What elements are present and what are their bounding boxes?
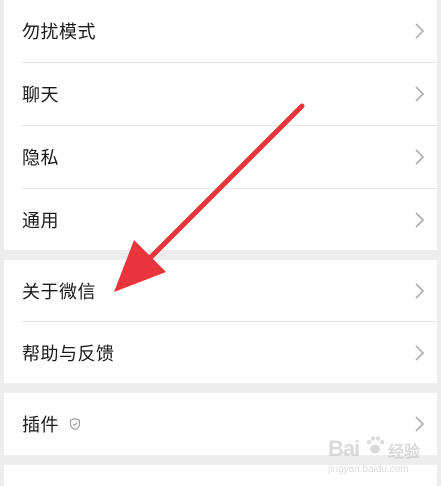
chevron-right-icon: [415, 149, 425, 165]
paw-icon: [366, 436, 385, 454]
settings-item-help-feedback[interactable]: 帮助与反馈: [4, 322, 437, 384]
chevron-right-icon: [415, 212, 425, 228]
settings-item-do-not-disturb[interactable]: 勿扰模式: [4, 0, 437, 62]
settings-item-chat[interactable]: 聊天: [4, 63, 437, 125]
watermark-logo: Bai: [328, 436, 360, 461]
settings-group-about: 关于微信 帮助与反馈: [4, 260, 437, 383]
settings-item-label: 帮助与反馈: [22, 344, 115, 365]
chevron-right-icon: [415, 345, 425, 361]
settings-group-general: 勿扰模式 聊天 隐私 通用: [4, 0, 437, 250]
settings-item-label: 通用: [22, 211, 59, 232]
settings-item-label: 关于微信: [22, 282, 96, 303]
chevron-right-icon: [415, 86, 425, 102]
chevron-right-icon: [415, 283, 425, 299]
watermark-url: jingyan.baidu.com: [328, 464, 409, 475]
settings-item-label: 勿扰模式: [22, 22, 96, 43]
settings-screen: 勿扰模式 聊天 隐私 通用 关于微信 帮助与反馈 插件 Bai 经验 jingy…: [0, 0, 441, 486]
watermark-sub: 经验: [388, 442, 421, 461]
settings-item-general[interactable]: 通用: [4, 189, 437, 251]
baidu-jingyan-watermark: Bai 经验 jingyan.baidu.com: [320, 432, 436, 482]
chevron-right-icon: [415, 23, 425, 39]
settings-item-privacy[interactable]: 隐私: [4, 126, 437, 188]
settings-item-label: 隐私: [22, 148, 59, 169]
settings-item-label: 聊天: [22, 85, 59, 106]
settings-item-label: 插件: [22, 415, 59, 436]
shield-icon: [69, 417, 81, 431]
settings-item-about-wechat[interactable]: 关于微信: [4, 260, 437, 322]
chevron-right-icon: [415, 416, 425, 432]
